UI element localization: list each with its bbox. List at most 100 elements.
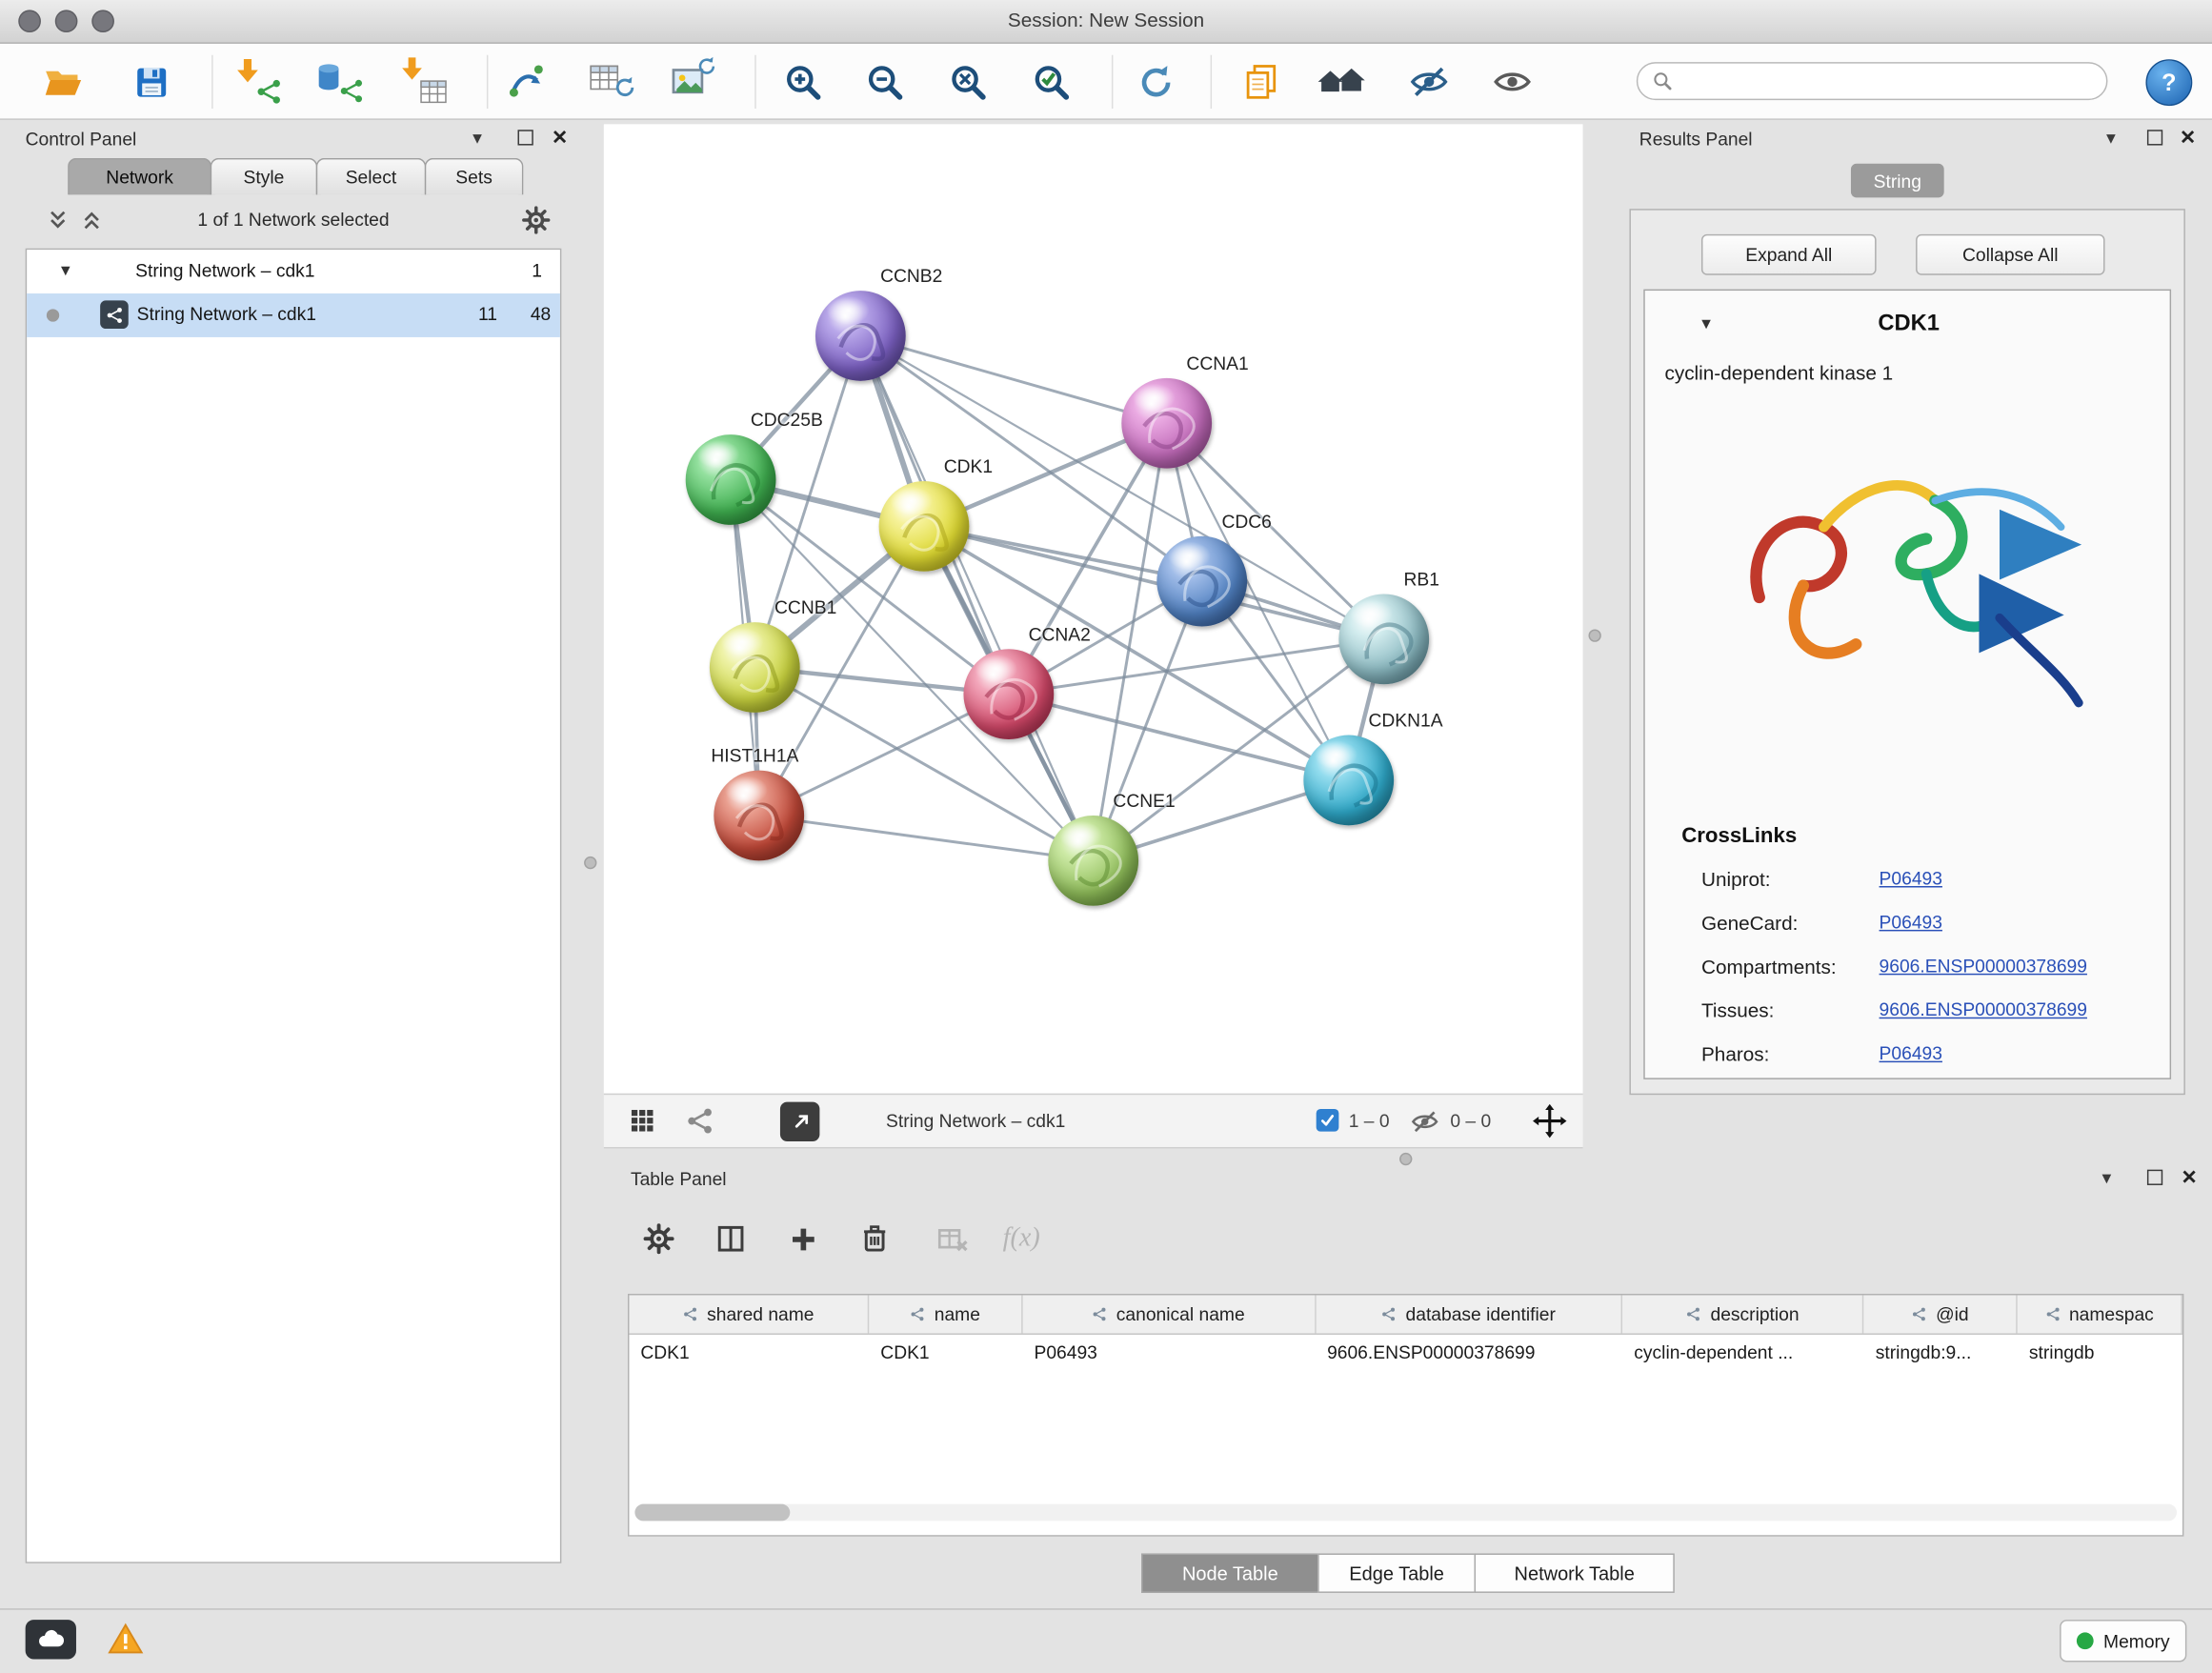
table-cell[interactable]: CDK1 — [869, 1335, 1022, 1373]
warnings-button[interactable] — [105, 1619, 147, 1661]
column-header-namespac[interactable]: namespac — [2018, 1295, 2182, 1333]
network-type-icon — [100, 300, 129, 329]
column-header-description[interactable]: description — [1622, 1295, 1863, 1333]
panel-float-icon[interactable]: ▾ — [473, 129, 482, 147]
selected-nodes-checkbox[interactable] — [1317, 1109, 1339, 1132]
vertical-splitter-handle[interactable] — [584, 857, 596, 869]
help-button[interactable]: ? — [2145, 59, 2192, 106]
export-image-button[interactable] — [662, 52, 724, 111]
crosslink-link[interactable]: P06493 — [1880, 868, 1942, 889]
network-node-CDC25B[interactable] — [686, 434, 776, 525]
column-header-id[interactable]: @id — [1864, 1295, 2018, 1333]
collection-disclosure-icon[interactable]: ▼ — [58, 262, 73, 279]
show-panel-eye-button[interactable] — [1481, 52, 1543, 111]
hide-panel-eye-slash-button[interactable] — [1398, 52, 1460, 111]
tab-sets[interactable]: Sets — [425, 158, 524, 195]
show-columns-icon[interactable] — [710, 1218, 752, 1260]
zoom-out-button[interactable] — [854, 52, 915, 111]
panel-close-icon[interactable]: ✕ — [552, 126, 568, 150]
table-cell[interactable]: P06493 — [1023, 1335, 1317, 1373]
expand-all-button[interactable]: Expand All — [1701, 234, 1877, 275]
column-header-database-identifier[interactable]: database identifier — [1316, 1295, 1622, 1333]
crosslink-link[interactable]: 9606.ENSP00000378699 — [1880, 998, 2087, 1019]
column-header-canonical-name[interactable]: canonical name — [1023, 1295, 1317, 1333]
table-settings-gear-icon[interactable] — [637, 1218, 679, 1260]
open-session-button[interactable] — [32, 52, 94, 111]
hidden-eye-slash-icon[interactable] — [1411, 1108, 1439, 1137]
zoom-fit-button[interactable] — [936, 52, 998, 111]
column-header-name[interactable]: name — [869, 1295, 1022, 1333]
panel-close-icon[interactable]: ✕ — [2180, 126, 2196, 150]
panel-maximize-icon[interactable] — [2147, 1170, 2162, 1185]
home-button[interactable] — [1312, 52, 1374, 111]
new-network-from-selection-button[interactable] — [495, 52, 557, 111]
edge-ccnb2-ccne1[interactable] — [860, 335, 1093, 860]
edge-rb1-ccna2[interactable] — [1009, 639, 1384, 695]
scrollbar-thumb[interactable] — [634, 1504, 790, 1522]
crosslink-link[interactable]: P06493 — [1880, 1042, 1942, 1063]
import-network-file-button[interactable] — [227, 52, 289, 111]
table-cell[interactable]: stringdb — [2018, 1335, 2182, 1373]
share-view-icon[interactable] — [686, 1106, 715, 1136]
network-row-selected[interactable]: String Network – cdk1 11 48 — [27, 293, 560, 337]
new-network-from-table-button[interactable] — [578, 52, 640, 111]
network-node-RB1[interactable] — [1338, 594, 1429, 684]
panel-float-icon[interactable]: ▾ — [2106, 129, 2116, 147]
tab-node-table[interactable]: Node Table — [1141, 1553, 1319, 1592]
pan-move-icon[interactable] — [1532, 1103, 1567, 1139]
cloud-button[interactable] — [26, 1620, 76, 1659]
network-node-CCNB1[interactable] — [710, 622, 800, 713]
zoom-in-button[interactable] — [772, 52, 834, 111]
zoom-selected-button[interactable] — [1020, 52, 1082, 111]
panel-close-icon[interactable]: ✕ — [2181, 1165, 2197, 1189]
network-node-CCNB2[interactable] — [815, 291, 906, 381]
tab-select[interactable]: Select — [316, 158, 427, 195]
table-cell[interactable]: 9606.ENSP00000378699 — [1316, 1335, 1622, 1373]
table-horizontal-scrollbar[interactable] — [634, 1504, 2177, 1522]
save-session-button[interactable] — [120, 52, 182, 111]
detach-view-button[interactable] — [780, 1102, 819, 1141]
gear-icon[interactable] — [520, 205, 552, 236]
network-node-HIST1H1A[interactable] — [714, 771, 804, 861]
network-node-CDK1[interactable] — [879, 481, 970, 572]
crosslink-link[interactable]: P06493 — [1880, 912, 1942, 933]
column-header-shared-name[interactable]: shared name — [629, 1295, 869, 1333]
tab-network-table[interactable]: Network Table — [1475, 1553, 1675, 1592]
panel-maximize-icon[interactable] — [517, 130, 533, 145]
network-node-CCNE1[interactable] — [1048, 816, 1138, 906]
table-cell[interactable]: stringdb:9... — [1864, 1335, 2018, 1373]
network-canvas[interactable]: CCNB2CCNA1CDC25BCDK1CDC6RB1CCNB1CCNA2CDK… — [604, 124, 1583, 1093]
table-cell[interactable]: cyclin-dependent ... — [1622, 1335, 1863, 1373]
grid-view-icon[interactable] — [627, 1105, 658, 1137]
search-input[interactable] — [1683, 70, 2092, 93]
import-table-file-button[interactable] — [392, 52, 454, 111]
network-node-CCNA2[interactable] — [963, 649, 1054, 739]
collapse-all-button[interactable]: Collapse All — [1916, 234, 2104, 275]
crosslink-link[interactable]: 9606.ENSP00000378699 — [1880, 956, 2087, 977]
delete-column-trash-icon[interactable] — [854, 1218, 895, 1260]
panel-float-icon[interactable]: ▾ — [2102, 1168, 2112, 1186]
network-node-CCNA1[interactable] — [1121, 378, 1212, 469]
node-label-RB1: RB1 — [1403, 569, 1438, 590]
edge-ccne1-hist1h1a[interactable] — [759, 816, 1094, 860]
panel-maximize-icon[interactable] — [2147, 130, 2162, 145]
crosslinks-list: Uniprot:P06493GeneCard:P06493Compartment… — [1645, 857, 2173, 1077]
memory-button[interactable]: Memory — [2060, 1620, 2186, 1662]
vertical-splitter-handle[interactable] — [1588, 629, 1600, 641]
search-box[interactable] — [1637, 62, 2108, 100]
tab-string[interactable]: String — [1851, 164, 1944, 198]
edge-cdk1-rb1[interactable] — [924, 526, 1384, 638]
edge-ccna2-cdkn1a[interactable] — [1009, 695, 1349, 780]
tab-style[interactable]: Style — [211, 158, 318, 195]
tab-network[interactable]: Network — [68, 158, 211, 195]
copy-document-button[interactable] — [1230, 52, 1292, 111]
network-node-CDKN1A[interactable] — [1303, 736, 1394, 826]
import-network-database-button[interactable] — [308, 52, 370, 111]
apply-layout-button[interactable] — [1124, 52, 1186, 111]
network-node-CDC6[interactable] — [1156, 536, 1247, 627]
add-column-icon[interactable] — [781, 1218, 823, 1260]
network-collection-row[interactable]: ▼ String Network – cdk1 1 — [27, 250, 560, 293]
table-cell[interactable]: CDK1 — [629, 1335, 869, 1373]
table-row[interactable]: CDK1CDK1P064939606.ENSP00000378699cyclin… — [629, 1335, 2182, 1373]
tab-edge-table[interactable]: Edge Table — [1317, 1553, 1476, 1592]
